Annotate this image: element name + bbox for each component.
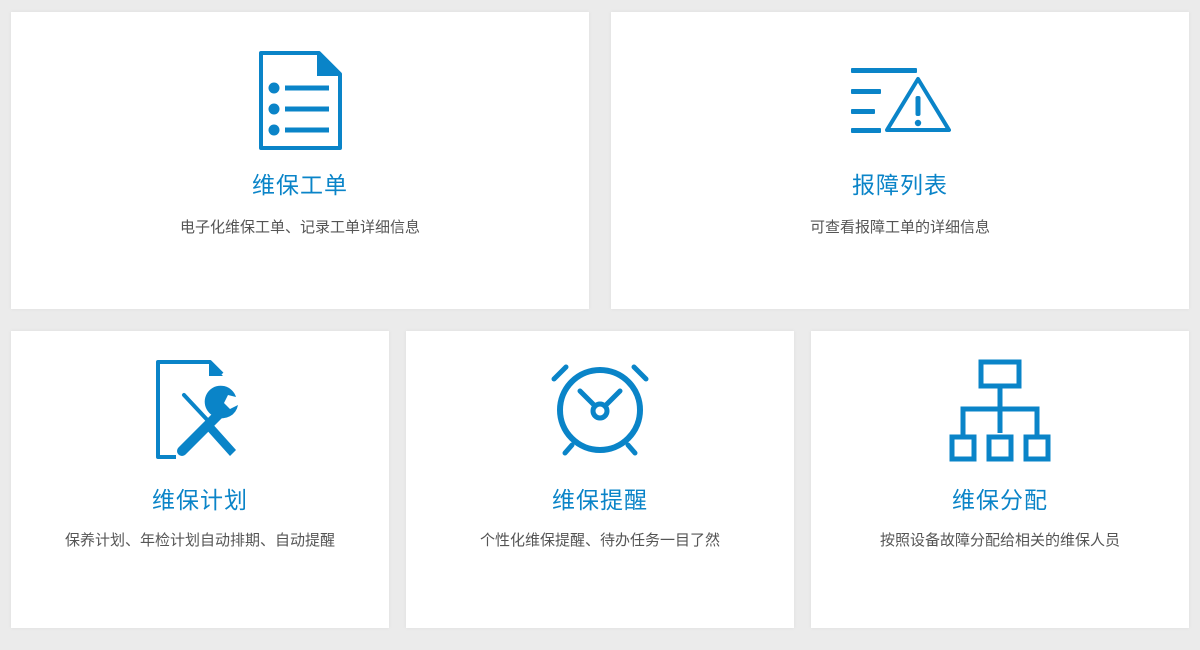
card-maintenance-reminder[interactable]: 维保提醒 个性化维保提醒、待办任务一目了然	[406, 331, 794, 628]
card-description: 电子化维保工单、记录工单详细信息	[179, 218, 420, 236]
card-title: 维保计划	[152, 488, 248, 514]
card-maintenance-work-order[interactable]: 维保工单 电子化维保工单、记录工单详细信息	[11, 12, 589, 309]
card-title: 报障列表	[852, 173, 948, 199]
card-description: 按照设备故障分配给相关的维保人员	[879, 531, 1120, 549]
card-description: 保养计划、年检计划自动排期、自动提醒	[64, 531, 335, 549]
card-maintenance-assignment[interactable]: 维保分配 按照设备故障分配给相关的维保人员	[811, 331, 1189, 628]
card-fault-report-list[interactable]: 报障列表 可查看报障工单的详细信息	[611, 12, 1189, 309]
card-description: 个性化维保提醒、待办任务一目了然	[479, 531, 720, 549]
document-list-icon	[11, 50, 589, 152]
alarm-clock-icon	[406, 363, 794, 459]
card-title: 维保工单	[252, 173, 348, 199]
card-description: 可查看报障工单的详细信息	[809, 218, 990, 236]
card-title: 维保提醒	[552, 488, 648, 514]
maintenance-tools-icon	[11, 359, 389, 461]
card-maintenance-plan[interactable]: 维保计划 保养计划、年检计划自动排期、自动提醒	[11, 331, 389, 628]
org-chart-icon	[811, 359, 1189, 463]
warning-list-icon	[611, 66, 1189, 136]
card-title: 维保分配	[952, 488, 1048, 514]
